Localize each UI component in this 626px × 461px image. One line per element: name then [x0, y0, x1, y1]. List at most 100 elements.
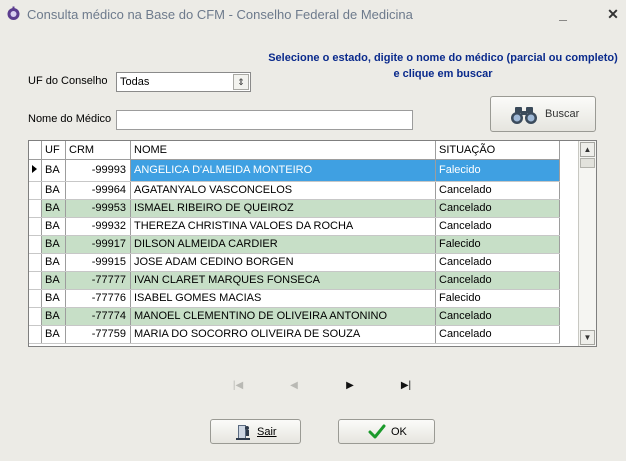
col-header-crm[interactable]: CRM [65, 141, 131, 160]
checkmark-icon [368, 424, 386, 439]
table-row[interactable]: BA -99917 DILSON ALMEIDA CARDIER Falecid… [29, 235, 560, 254]
cell-nome[interactable]: ANGELICA D'ALMEIDA MONTEIRO [130, 159, 436, 182]
cell-situacao[interactable]: Cancelado [435, 271, 560, 290]
cell-situacao[interactable]: Cancelado [435, 181, 560, 200]
cell-crm[interactable]: -77759 [65, 325, 131, 344]
cell-uf[interactable]: BA [41, 325, 66, 344]
cell-nome[interactable]: MARIA DO SOCORRO OLIVEIRA DE SOUZA [130, 325, 436, 344]
cell-crm[interactable]: -77777 [65, 271, 131, 290]
table-row[interactable]: BA -99932 THEREZA CHRISTINA VALOES DA RO… [29, 217, 560, 236]
row-indicator [29, 199, 42, 218]
cell-crm[interactable]: -99932 [65, 217, 131, 236]
cell-nome[interactable]: DILSON ALMEIDA CARDIER [130, 235, 436, 254]
col-header-uf[interactable]: UF [41, 141, 66, 160]
cell-situacao[interactable]: Cancelado [435, 307, 560, 326]
cell-nome[interactable]: IVAN CLARET MARQUES FONSECA [130, 271, 436, 290]
ok-label: OK [391, 426, 407, 438]
col-header-nome[interactable]: NOME [130, 141, 436, 160]
app-window: Consulta médico na Base do CFM - Conselh… [0, 0, 626, 461]
table-row[interactable]: BA -99915 JOSE ADAM CEDINO BORGEN Cancel… [29, 253, 560, 272]
row-indicator [29, 325, 42, 344]
cell-crm[interactable]: -99953 [65, 199, 131, 218]
indicator-header [29, 141, 42, 160]
cell-nome[interactable]: JOSE ADAM CEDINO BORGEN [130, 253, 436, 272]
header-row: UF CRM NOME SITUAÇÃO [29, 141, 560, 160]
nav-prior-button[interactable]: ◀ [286, 380, 302, 391]
col-header-situacao[interactable]: SITUAÇÃO [435, 141, 560, 160]
uf-label: UF do Conselho [28, 75, 108, 87]
cell-uf[interactable]: BA [41, 199, 66, 218]
cell-crm[interactable]: -99993 [65, 159, 131, 182]
nav-last-button[interactable]: ▶| [398, 380, 414, 391]
instruction-text: Selecione o estado, digite o nome do méd… [268, 52, 618, 80]
current-row-arrow-icon [32, 164, 37, 173]
cell-nome[interactable]: ISMAEL RIBEIRO DE QUEIROZ [130, 199, 436, 218]
nome-label: Nome do Médico [28, 113, 112, 125]
uf-select[interactable]: Todas ⇕ [116, 72, 251, 92]
nav-next-button[interactable]: ▶ [342, 380, 358, 391]
vertical-scrollbar[interactable]: ▲ ▼ [578, 141, 596, 346]
close-button[interactable]: ✕ [602, 4, 624, 24]
client-area: Selecione o estado, digite o nome do méd… [0, 28, 626, 461]
row-indicator [29, 307, 42, 326]
cell-situacao[interactable]: Falecido [435, 159, 560, 182]
cell-situacao[interactable]: Cancelado [435, 199, 560, 218]
cell-crm[interactable]: -99917 [65, 235, 131, 254]
table-row[interactable]: BA -77774 MANOEL CLEMENTINO DE OLIVEIRA … [29, 307, 560, 326]
cell-uf[interactable]: BA [41, 289, 66, 308]
row-indicator [29, 217, 42, 236]
exit-door-icon [236, 425, 250, 440]
binoculars-icon [511, 107, 537, 124]
cell-uf[interactable]: BA [41, 217, 66, 236]
table-row[interactable]: BA -99993 ANGELICA D'ALMEIDA MONTEIRO Fa… [29, 159, 560, 182]
cell-situacao[interactable]: Cancelado [435, 217, 560, 236]
results-grid[interactable]: UF CRM NOME SITUAÇÃO BA -99993 ANGELICA … [28, 140, 597, 347]
cell-uf[interactable]: BA [41, 181, 66, 200]
cell-uf[interactable]: BA [41, 271, 66, 290]
row-indicator [29, 235, 42, 254]
dropdown-arrow-icon[interactable]: ⇕ [233, 74, 249, 90]
cell-crm[interactable]: -77774 [65, 307, 131, 326]
row-indicator [29, 181, 42, 200]
sair-button[interactable]: Sair [210, 419, 301, 444]
cell-situacao[interactable]: Cancelado [435, 325, 560, 344]
table-row[interactable]: BA -77777 IVAN CLARET MARQUES FONSECA Ca… [29, 271, 560, 290]
nav-first-button[interactable]: |◀ [230, 380, 246, 391]
table-row[interactable]: BA -99953 ISMAEL RIBEIRO DE QUEIROZ Canc… [29, 199, 560, 218]
cell-uf[interactable]: BA [41, 159, 66, 182]
table-row[interactable]: BA -77776 ISABEL GOMES MACIAS Falecido [29, 289, 560, 308]
scroll-up-icon[interactable]: ▲ [580, 142, 595, 157]
cell-uf[interactable]: BA [41, 253, 66, 272]
scroll-down-icon[interactable]: ▼ [580, 330, 595, 345]
row-indicator [29, 271, 42, 290]
cell-nome[interactable]: AGATANYALO VASCONCELOS [130, 181, 436, 200]
cell-nome[interactable]: THEREZA CHRISTINA VALOES DA ROCHA [130, 217, 436, 236]
cell-nome[interactable]: MANOEL CLEMENTINO DE OLIVEIRA ANTONINO [130, 307, 436, 326]
buscar-button[interactable]: Buscar [490, 96, 596, 132]
minimize-button[interactable]: _ [552, 4, 574, 24]
cell-situacao[interactable]: Falecido [435, 235, 560, 254]
cell-crm[interactable]: -99915 [65, 253, 131, 272]
row-indicator [29, 253, 42, 272]
results-table: UF CRM NOME SITUAÇÃO BA -99993 ANGELICA … [29, 141, 560, 344]
row-indicator [29, 159, 42, 182]
cell-situacao[interactable]: Cancelado [435, 253, 560, 272]
sair-label: Sair [257, 426, 277, 438]
cell-situacao[interactable]: Falecido [435, 289, 560, 308]
cell-nome[interactable]: ISABEL GOMES MACIAS [130, 289, 436, 308]
row-indicator [29, 289, 42, 308]
cell-uf[interactable]: BA [41, 235, 66, 254]
uf-select-value: Todas [120, 76, 150, 88]
table-row[interactable]: BA -99964 AGATANYALO VASCONCELOS Cancela… [29, 181, 560, 200]
app-icon [7, 6, 20, 20]
cell-uf[interactable]: BA [41, 307, 66, 326]
cell-crm[interactable]: -99964 [65, 181, 131, 200]
title-bar[interactable]: Consulta médico na Base do CFM - Conselh… [0, 0, 626, 29]
cell-crm[interactable]: -77776 [65, 289, 131, 308]
window-title: Consulta médico na Base do CFM - Conselh… [27, 7, 413, 22]
table-row[interactable]: BA -77759 MARIA DO SOCORRO OLIVEIRA DE S… [29, 325, 560, 344]
buscar-label: Buscar [545, 108, 580, 120]
ok-button[interactable]: OK [338, 419, 435, 444]
scroll-thumb[interactable] [580, 158, 595, 168]
nome-input[interactable] [116, 110, 413, 130]
